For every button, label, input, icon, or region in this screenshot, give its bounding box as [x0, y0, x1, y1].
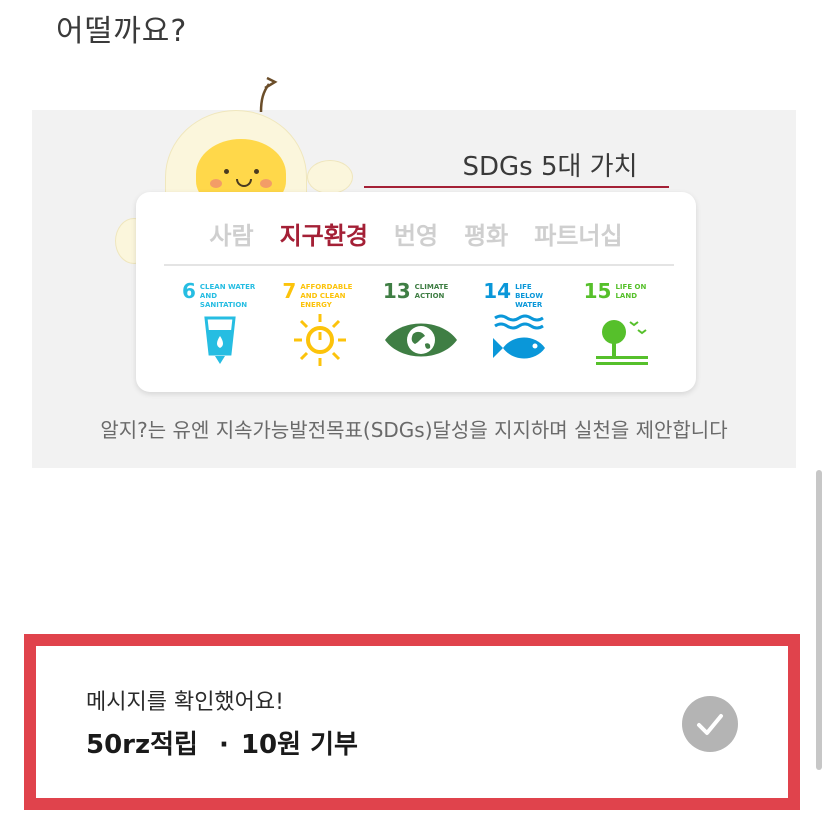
- fish-icon: [493, 314, 546, 359]
- goal-label: CLEAN WATER AND SANITATION: [199, 283, 256, 309]
- reward-separator: ·: [219, 730, 229, 760]
- checkmark-button[interactable]: [682, 696, 738, 752]
- sdg-title: SDGs 5대 가치: [462, 152, 638, 182]
- earth-eye-icon: [384, 323, 457, 357]
- goal-number: 7: [282, 279, 297, 303]
- goal-label: LIFE ON LAND: [615, 283, 647, 300]
- value-planet: 지구환경: [279, 222, 368, 250]
- reward-donation: 10원 기부: [240, 730, 358, 760]
- reward-points: 50rz적립: [86, 730, 198, 760]
- value-peace: 평화: [464, 222, 509, 250]
- mascot-hand-right: [307, 160, 353, 194]
- tree-icon: [595, 320, 648, 365]
- sprout-icon: [259, 76, 278, 113]
- reward-line: 50rz적립 · 10원 기부: [86, 724, 370, 761]
- sun-power-icon: [294, 314, 347, 366]
- scrollbar[interactable]: [816, 470, 822, 770]
- checkmark-icon: [697, 714, 723, 735]
- goal-6: 6 CLEAN WATER AND SANITATION: [182, 280, 260, 380]
- goal-number: 14: [483, 279, 512, 303]
- sdg-title-underline: [364, 186, 669, 188]
- page-heading: 어떨까요?: [56, 14, 188, 49]
- goal-7: 7 AFFORDABLE AND CLEAN ENERGY: [282, 280, 360, 380]
- goal-number: 15: [583, 279, 612, 303]
- mascot-eye-left: [224, 169, 229, 174]
- goal-label: LIFE BELOW WATER: [515, 283, 544, 309]
- message-confirm-card[interactable]: 메시지를 확인했어요! 50rz적립 · 10원 기부: [24, 634, 800, 810]
- goal-label: AFFORDABLE AND CLEAN ENERGY: [300, 283, 353, 309]
- sdg-values-list: 사람 지구환경 번영 평화 파트너십: [136, 216, 696, 251]
- goal-number: 13: [382, 279, 411, 303]
- sdg-values-card: 사람 지구환경 번영 평화 파트너십 6 CLEAN WATER AND SAN…: [136, 192, 696, 392]
- confirm-text: 메시지를 확인했어요!: [86, 690, 284, 715]
- goal-number: 6: [182, 279, 196, 303]
- sdg-banner: SDGs 5대 가치 사람 지구환경 번영 평화 파트너십 6 CLEAN WA…: [32, 76, 796, 468]
- mascot-cheek-left: [210, 179, 222, 188]
- goal-14: 14 LIFE BELOW WATER: [483, 280, 561, 380]
- mascot-mouth: [236, 179, 252, 187]
- card-divider: [164, 264, 674, 266]
- water-drop-icon: [204, 316, 236, 364]
- sdg-goals: 6 CLEAN WATER AND SANITATION 7 AFFORDABL…: [182, 280, 662, 380]
- goal-13: 13 CLIMATE ACTION: [383, 280, 461, 380]
- goal-label: CLIMATE ACTION: [414, 283, 449, 300]
- value-prosperity: 번영: [393, 222, 439, 250]
- value-partnership: 파트너십: [534, 222, 623, 250]
- goal-15: 15 LIFE ON LAND: [584, 280, 662, 380]
- mascot-cheek-right: [260, 179, 272, 188]
- mascot-eye-right: [254, 169, 259, 174]
- value-people: 사람: [209, 222, 254, 250]
- banner-caption: 알지?는 유엔 지속가능발전목표(SDGs)달성을 지지하며 실천을 제안합니다: [100, 418, 728, 442]
